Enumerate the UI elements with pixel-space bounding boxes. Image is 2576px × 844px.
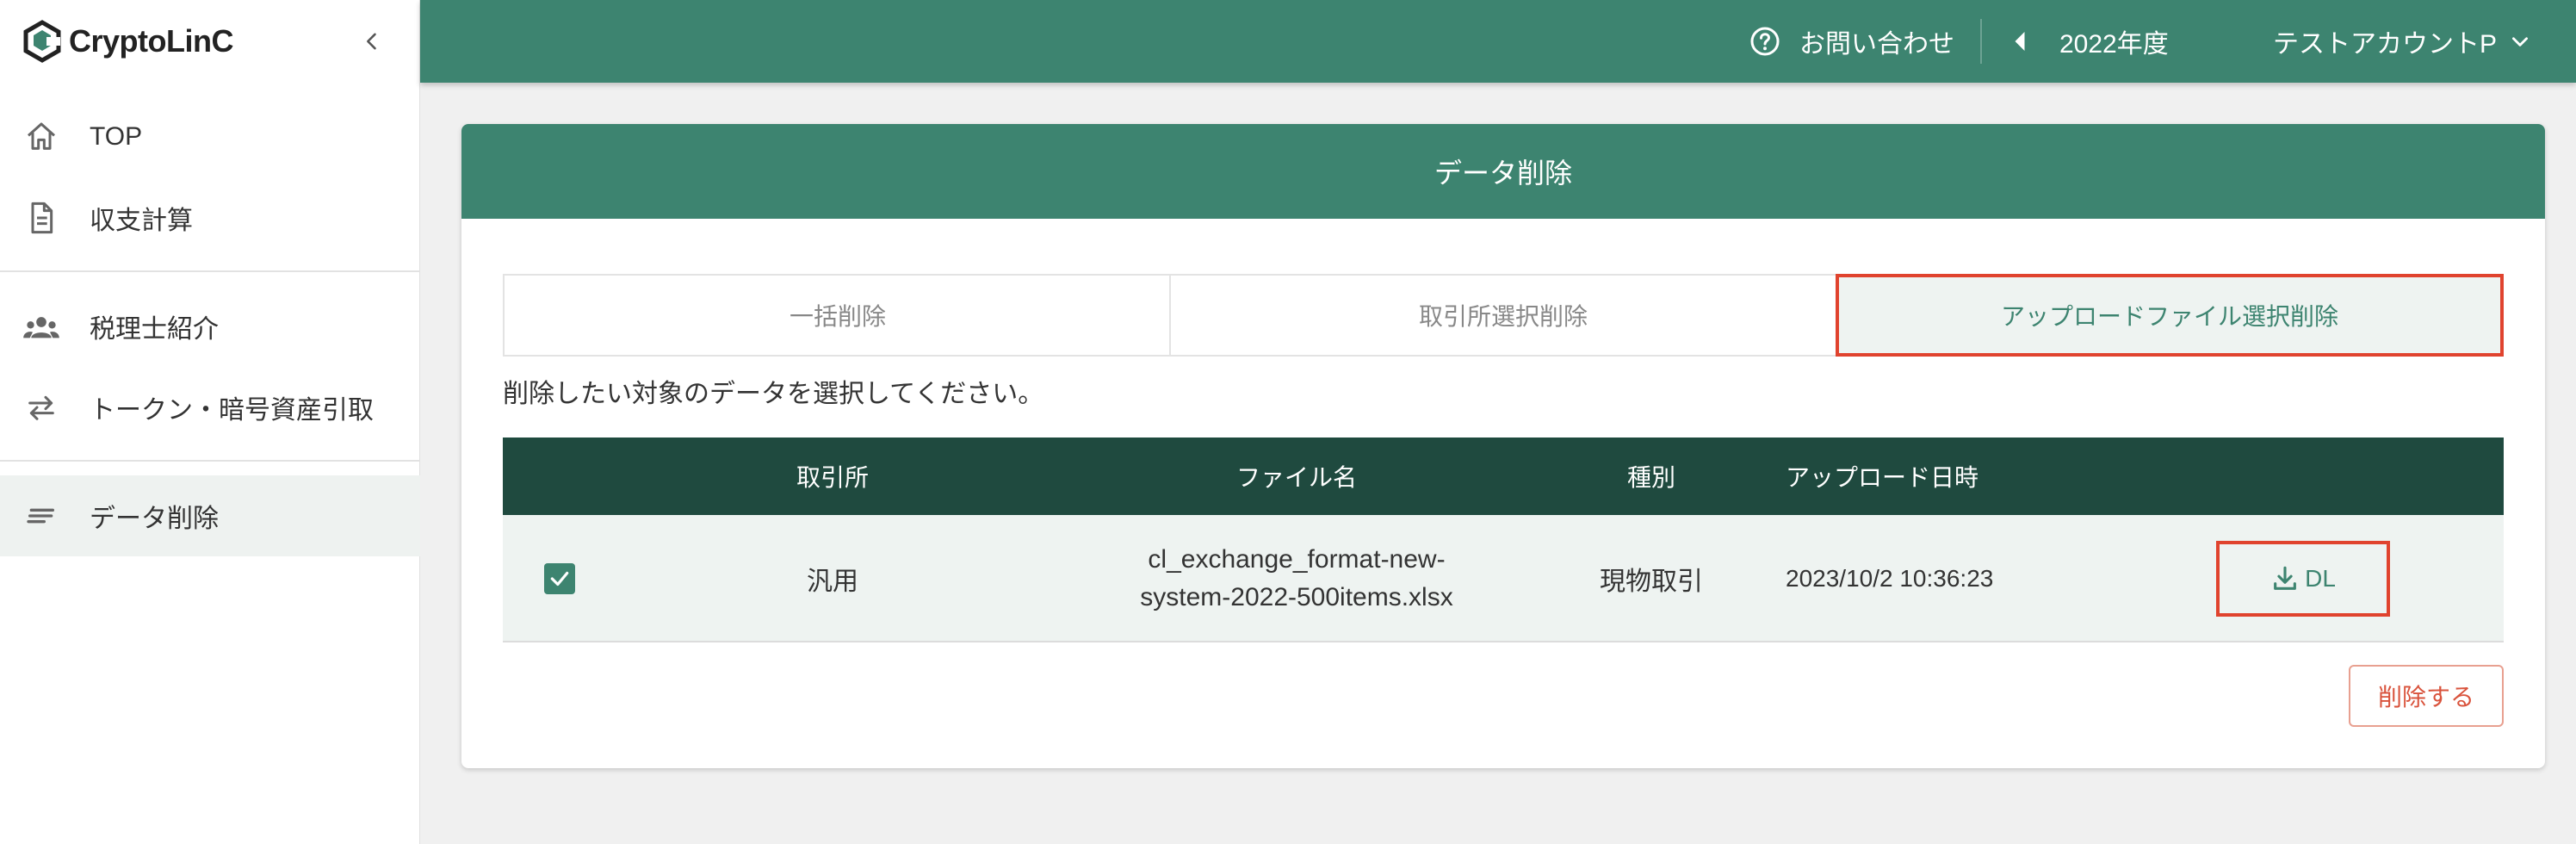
instruction-text: 削除したい対象のデータを選択してください。 xyxy=(503,380,1044,408)
sidebar-item-label: 税理士紹介 xyxy=(90,315,219,344)
sidebar-item-label: トークン・暗号資産引取 xyxy=(90,396,374,425)
cell-filename: cl_exchange_format-new- system-2022-500i… xyxy=(1012,515,1581,642)
column-header-type: 種別 xyxy=(1626,464,1675,491)
sidebar-item-data-delete[interactable]: データ削除 xyxy=(0,475,420,556)
table-row[interactable]: 汎用 cl_exchange_format-new- system-2022-5… xyxy=(503,515,2504,642)
delete-mode-tabs: 一括削除 取引所選択削除 アップロードファイル選択削除 xyxy=(503,274,2504,357)
sidebar-divider xyxy=(0,460,420,462)
checkmark-icon xyxy=(550,571,569,586)
help-icon xyxy=(1750,27,1780,56)
sidebar-item-label: データ削除 xyxy=(90,505,219,533)
sidebar-item-tax-advisor[interactable]: 税理士紹介 xyxy=(0,286,420,367)
caret-left-icon xyxy=(2015,32,2025,51)
logo-text: CryptoLinC xyxy=(69,23,233,59)
collapse-sidebar-button[interactable] xyxy=(351,21,393,62)
sidebar-divider xyxy=(0,270,420,272)
tab-exchange-select-delete[interactable]: 取引所選択削除 xyxy=(1169,274,1837,357)
cell-uploaded-at: 2023/10/2 10:36:23 xyxy=(1786,565,1994,592)
filename-line-1: cl_exchange_format-new- xyxy=(1148,545,1446,574)
fiscal-year-label: 2022年度 xyxy=(2059,30,2169,59)
cell-type: 現物取引 xyxy=(1600,568,1703,596)
card-title: データ削除 xyxy=(461,124,2545,219)
account-label: テストアカウントP xyxy=(2273,30,2498,59)
header-divider xyxy=(1980,19,1982,64)
logo[interactable]: CryptoLinC xyxy=(21,17,233,65)
data-delete-card: データ削除 一括削除 取引所選択削除 アップロードファイル選択削除 削除したい対… xyxy=(461,124,2545,768)
document-icon xyxy=(21,197,62,239)
chevron-down-icon xyxy=(2512,37,2529,47)
account-menu[interactable]: テストアカウントP xyxy=(2273,0,2531,83)
delete-button[interactable]: 削除する xyxy=(2349,665,2504,727)
sidebar-item-label: 収支計算 xyxy=(90,207,193,235)
prev-year-button[interactable] xyxy=(2001,0,2039,83)
sidebar-item-token-takeover[interactable]: トークン・暗号資産引取 xyxy=(0,367,420,448)
filename-line-2: system-2022-500items.xlsx xyxy=(1140,583,1453,611)
people-icon xyxy=(21,306,62,347)
lines-icon xyxy=(21,495,62,537)
download-label: DL xyxy=(2305,565,2336,592)
home-icon xyxy=(21,116,62,158)
tab-upload-file-select-delete[interactable]: アップロードファイル選択削除 xyxy=(1836,274,2504,357)
tab-bulk-delete[interactable]: 一括削除 xyxy=(503,274,1171,357)
table-header: 取引所 ファイル名 種別 アップロード日時 xyxy=(503,438,2504,515)
top-header: お問い合わせ 2022年度 テストアカウントP xyxy=(420,0,2576,83)
logo-icon xyxy=(23,20,61,63)
cell-exchange: 汎用 xyxy=(807,568,858,596)
sidebar-item-top[interactable]: TOP xyxy=(0,96,420,177)
column-header-filename: ファイル名 xyxy=(1235,464,1357,491)
contact-button[interactable]: お問い合わせ xyxy=(1749,0,1954,83)
download-button[interactable]: DL xyxy=(2216,541,2390,617)
contact-label: お問い合わせ xyxy=(1799,30,1954,59)
column-header-uploaded-at: アップロード日時 xyxy=(1786,464,1979,491)
column-header-exchange: 取引所 xyxy=(796,464,869,491)
swap-icon xyxy=(21,387,62,428)
chevron-left-icon xyxy=(367,33,376,50)
row-checkbox[interactable] xyxy=(544,563,575,594)
sidebar: CryptoLinC TOP 収支計算 税理士紹介 トークン・暗号資産引取 デー… xyxy=(0,0,420,844)
sidebar-item-label: TOP xyxy=(90,122,143,151)
sidebar-item-income-calc[interactable]: 収支計算 xyxy=(0,177,420,258)
download-icon xyxy=(2274,566,2296,590)
fiscal-year: 2022年度 xyxy=(2059,0,2169,83)
